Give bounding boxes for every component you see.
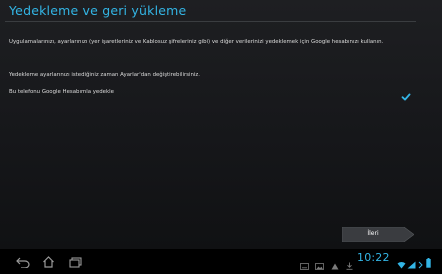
wifi-icon: [397, 254, 406, 273]
home-icon[interactable]: [42, 253, 55, 272]
keyboard-icon: [300, 255, 309, 274]
next-button-label: İleri: [367, 230, 379, 237]
download-icon: [346, 255, 353, 274]
recent-apps-icon[interactable]: [69, 253, 82, 272]
title-divider: [5, 21, 416, 22]
backup-checkbox[interactable]: [401, 87, 411, 101]
next-button[interactable]: İleri: [342, 227, 414, 242]
backup-description: Uygulamalarınızı, ayarlarınızı (yer işar…: [9, 39, 384, 45]
backup-option-label: Bu telefonu Google Hesabımla yedekle: [9, 89, 114, 95]
page-title: Yedekleme ve geri yükleme: [9, 3, 187, 18]
settings-note: Yedekleme ayarlarınızı istediğiniz zaman…: [9, 72, 200, 78]
status-clock: 10:22: [357, 251, 390, 264]
backup-setup-screen: Yedekleme ve geri yükleme Uygulamalarını…: [0, 0, 442, 249]
battery-icon: [426, 253, 431, 272]
setup-header: Yedekleme ve geri yükleme: [0, 0, 442, 23]
system-navigation-bar: 10:22: [0, 249, 442, 270]
backup-option-row[interactable]: Bu telefonu Google Hesabımla yedekle: [0, 86, 442, 102]
signal-icon: [407, 254, 416, 273]
sync-icon: [418, 254, 423, 273]
image-icon: [315, 255, 324, 274]
alert-icon: [331, 255, 339, 274]
back-icon[interactable]: [16, 253, 30, 272]
checkmark-icon: [401, 93, 411, 101]
